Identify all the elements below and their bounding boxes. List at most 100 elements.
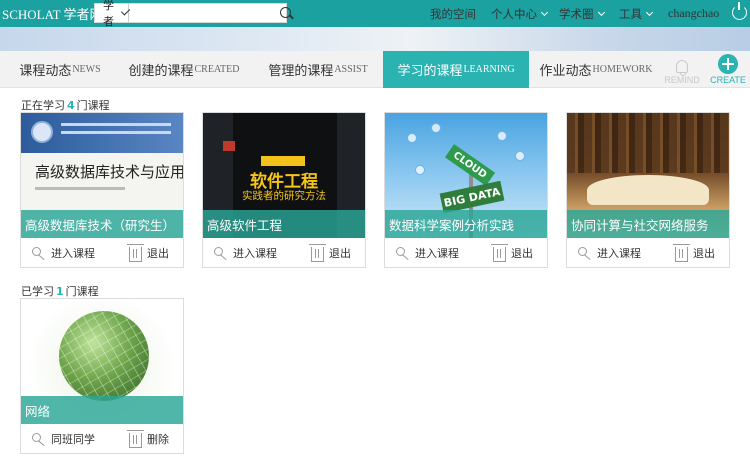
- course-card: CLOUD BIG DATA 数据科学案例分析实践 进入课程 退出: [384, 112, 548, 268]
- course-title[interactable]: 高级软件工程: [203, 210, 365, 238]
- tab-label-en: CREATED: [194, 64, 240, 75]
- search-icon[interactable]: [275, 4, 291, 22]
- tab-label: 作业动态: [539, 64, 592, 79]
- nav-academic-circle[interactable]: 学术圈: [559, 0, 605, 27]
- course-card: 网络 同班同学 删除: [20, 298, 184, 454]
- tab-label: 学习的课程: [397, 64, 463, 79]
- nav-academic-circle-label: 学术圈: [559, 6, 594, 21]
- tab-label-en: LEARNING: [463, 64, 515, 75]
- tab-label: 管理的课程: [268, 64, 334, 79]
- enter-course-button[interactable]: 进入课程: [578, 245, 641, 261]
- tab-assist[interactable]: 管理的课程 ASSIST: [262, 51, 374, 88]
- key-icon: [32, 246, 46, 260]
- create-label: CREATE: [710, 75, 746, 85]
- enter-course-label: 进入课程: [233, 246, 277, 260]
- chevron-down-icon: [597, 8, 605, 16]
- key-icon: [32, 432, 46, 446]
- nav-personal-center[interactable]: 个人中心: [491, 0, 549, 27]
- heading-prefix: 正在学习: [21, 99, 65, 112]
- enter-course-label: 进入课程: [51, 246, 95, 260]
- key-icon: [214, 246, 228, 260]
- heading-prefix: 已学习: [21, 285, 54, 298]
- course-count: 4: [67, 99, 75, 112]
- publisher-logo-icon: [31, 121, 53, 143]
- site-logo[interactable]: SCHOLAT 学者网: [0, 4, 103, 23]
- course-card: 高级数据库技术与应用 高级数据库技术（研究生） 进入课程 退出: [20, 112, 184, 268]
- tab-label: 创建的课程: [128, 64, 194, 79]
- course-actions: 同班同学 删除: [21, 424, 183, 453]
- classmates-button[interactable]: 同班同学: [32, 431, 95, 447]
- exit-course-label: 退出: [693, 246, 715, 260]
- tab-created[interactable]: 创建的课程 CREATED: [122, 51, 246, 88]
- bubble-decoration: [407, 133, 417, 143]
- trash-icon: [127, 429, 144, 448]
- power-icon[interactable]: [732, 2, 747, 20]
- tab-news[interactable]: 课程动态 NEWS: [10, 51, 110, 88]
- classmates-label: 同班同学: [51, 432, 95, 446]
- exit-course-button[interactable]: 退出: [127, 243, 169, 262]
- trash-icon: [491, 243, 508, 262]
- create-button[interactable]: CREATE: [708, 51, 748, 88]
- delete-course-label: 删除: [147, 432, 169, 446]
- enter-course-label: 进入课程: [415, 246, 459, 260]
- chevron-down-icon: [645, 8, 654, 16]
- nav-personal-center-label: 个人中心: [491, 6, 537, 21]
- publisher-logo-icon: [223, 141, 235, 151]
- completed-courses-heading: 已学习 1 门课程: [21, 283, 99, 299]
- search-input[interactable]: [129, 4, 275, 22]
- cover-book-title: 高级数据库技术与应用: [35, 163, 183, 181]
- cover-book-subtitle: 实践者的研究方法: [242, 190, 326, 202]
- nav-my-space-label: 我的空间: [430, 6, 476, 21]
- course-title[interactable]: 网络: [21, 396, 183, 424]
- key-icon: [578, 246, 592, 260]
- nav-tools[interactable]: 工具: [619, 0, 654, 27]
- enter-course-button[interactable]: 进入课程: [32, 245, 95, 261]
- exit-course-label: 退出: [147, 246, 169, 260]
- trash-icon: [309, 243, 326, 262]
- enter-course-label: 进入课程: [597, 246, 641, 260]
- plus-circle-icon: [718, 54, 738, 74]
- tab-label-en: HOMEWORK: [592, 64, 653, 75]
- tab-homework[interactable]: 作业动态 HOMEWORK: [532, 51, 660, 88]
- course-count: 1: [56, 285, 64, 298]
- heading-suffix: 门课程: [65, 285, 99, 298]
- user-menu[interactable]: changchao: [668, 0, 719, 27]
- nav-my-space[interactable]: 我的空间: [430, 0, 476, 27]
- globe-icon: [59, 311, 149, 401]
- course-card: 软件工程 实践者的研究方法 高级软件工程 进入课程 退出: [202, 112, 366, 268]
- tab-learning[interactable]: 学习的课程 LEARNING: [383, 51, 529, 88]
- bubble-decoration: [415, 165, 425, 175]
- exit-course-button[interactable]: 退出: [309, 243, 351, 262]
- trash-icon: [127, 243, 144, 262]
- chevron-down-icon: [540, 8, 549, 16]
- course-title[interactable]: 协同计算与社交网络服务: [567, 210, 729, 238]
- enter-course-button[interactable]: 进入课程: [214, 245, 277, 261]
- search-bar: 学者: [94, 0, 291, 28]
- remind-button[interactable]: REMIND: [662, 51, 702, 88]
- trash-icon: [673, 243, 690, 262]
- exit-course-button[interactable]: 退出: [673, 243, 715, 262]
- username: changchao: [668, 6, 720, 20]
- bubble-decoration: [431, 123, 441, 133]
- course-title[interactable]: 数据科学案例分析实践: [385, 210, 547, 238]
- course-title[interactable]: 高级数据库技术（研究生）: [21, 210, 183, 238]
- search-scope-select[interactable]: 学者: [95, 0, 131, 28]
- enter-course-button[interactable]: 进入课程: [396, 245, 459, 261]
- nav-tools-label: 工具: [619, 6, 642, 21]
- current-courses-heading: 正在学习 4 门课程: [21, 97, 110, 113]
- header-banner: [0, 27, 750, 51]
- key-icon: [396, 246, 410, 260]
- cover-decoration: [35, 187, 125, 190]
- exit-course-label: 退出: [511, 246, 533, 260]
- bell-icon: [676, 60, 688, 76]
- bubble-decoration: [515, 151, 525, 161]
- course-tab-bar: 课程动态 NEWS 创建的课程 CREATED 管理的课程 ASSIST 学习的课程 L…: [0, 51, 750, 88]
- heading-suffix: 门课程: [76, 99, 110, 112]
- bookshelf-decoration: [567, 113, 729, 173]
- open-book-decoration: [587, 175, 709, 205]
- remind-label: REMIND: [664, 75, 700, 85]
- tab-label-en: ASSIST: [334, 64, 368, 75]
- search-scope-label: 学者: [103, 0, 114, 28]
- delete-course-button[interactable]: 删除: [127, 429, 169, 448]
- exit-course-button[interactable]: 退出: [491, 243, 533, 262]
